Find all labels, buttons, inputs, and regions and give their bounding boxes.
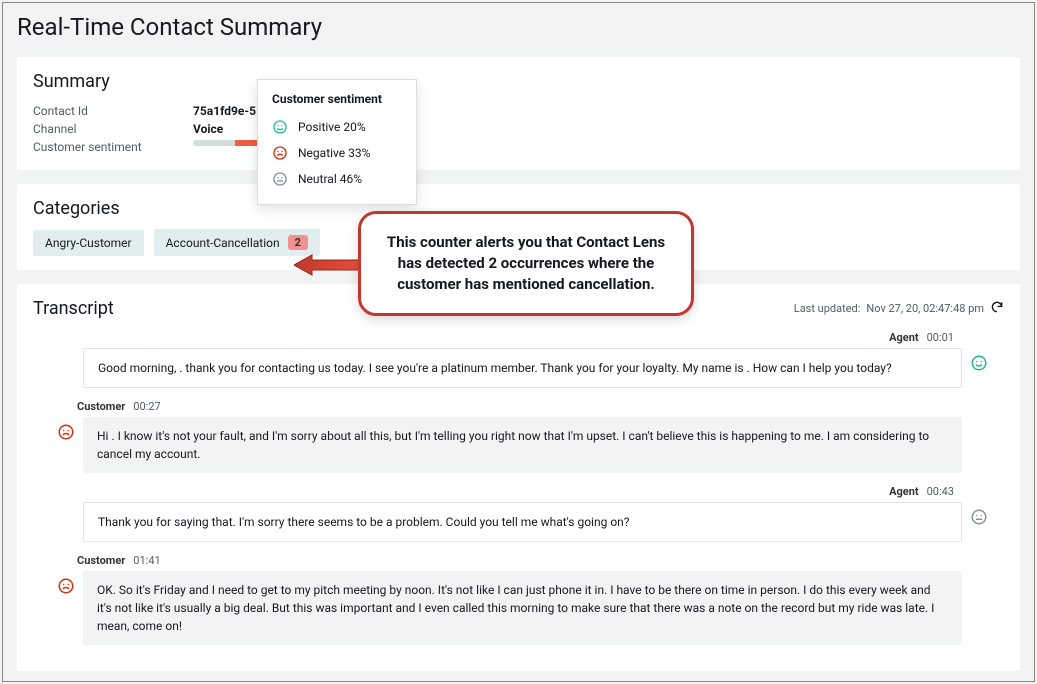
summary-heading: Summary — [33, 71, 1004, 92]
turn-time: 00:43 — [927, 485, 954, 498]
turn-time: 00:01 — [927, 331, 954, 344]
turn-speaker: Customer — [77, 400, 125, 413]
popover-positive: Positive 20% — [298, 120, 366, 134]
frown-icon — [57, 417, 77, 445]
callout-text: This counter alerts you that Contact Len… — [387, 233, 665, 293]
category-account-cancellation[interactable]: Account-Cancellation 2 — [154, 229, 320, 256]
category-label: Account-Cancellation — [166, 236, 280, 250]
popover-title: Customer sentiment — [272, 92, 402, 106]
turn-speaker: Agent — [889, 485, 919, 498]
neutral-face-icon — [272, 171, 288, 187]
smile-icon — [970, 348, 994, 376]
category-angry-customer[interactable]: Angry-Customer — [33, 230, 144, 256]
popover-negative: Negative 33% — [298, 146, 370, 160]
category-label: Angry-Customer — [45, 236, 132, 250]
last-updated-label: Last updated: — [794, 302, 861, 315]
summary-panel: Summary Contact Id 75a1fd9e-511 Channel … — [17, 57, 1020, 170]
turn-bubble: Thank you for saying that. I'm sorry the… — [83, 502, 962, 542]
sentiment-popover: Customer sentiment Positive 20% Negative… — [257, 79, 417, 205]
last-updated-value: Nov 27, 20, 02:47:48 pm — [866, 302, 984, 315]
transcript-turn: Customer 01:41 OK. So it's Friday and I … — [65, 554, 994, 645]
transcript-heading: Transcript — [33, 298, 114, 319]
contact-id-label: Contact Id — [33, 104, 193, 118]
annotation-callout: This counter alerts you that Contact Len… — [358, 211, 694, 316]
sentiment-bar-neutral — [193, 140, 235, 146]
neutral-face-icon — [970, 502, 994, 530]
transcript-turn: Customer 00:27 Hi . I know it's not your… — [65, 400, 994, 473]
frown-icon — [57, 571, 77, 599]
transcript-turn: Agent 00:01 Good morning, . thank you fo… — [65, 331, 994, 388]
transcript-panel: Transcript Last updated: Nov 27, 20, 02:… — [17, 284, 1020, 671]
smile-icon — [272, 119, 288, 135]
turn-bubble: Hi . I know it's not your fault, and I'm… — [83, 417, 962, 473]
refresh-icon[interactable] — [990, 300, 1004, 317]
turn-speaker: Agent — [889, 331, 919, 344]
channel-value: Voice — [193, 122, 223, 136]
channel-label: Channel — [33, 122, 193, 136]
turn-speaker: Customer — [77, 554, 125, 567]
turn-bubble: OK. So it's Friday and I need to get to … — [83, 571, 962, 645]
frown-icon — [272, 145, 288, 161]
transcript-turn: Agent 00:43 Thank you for saying that. I… — [65, 485, 994, 542]
sentiment-label: Customer sentiment — [33, 140, 193, 154]
turn-bubble: Good morning, . thank you for contacting… — [83, 348, 962, 388]
annotation-arrow-icon — [294, 253, 360, 281]
turn-time: 00:27 — [133, 400, 160, 413]
category-count-badge: 2 — [288, 235, 308, 250]
page-title: Real-Time Contact Summary — [3, 3, 1034, 57]
popover-neutral: Neutral 46% — [298, 172, 362, 186]
turn-time: 01:41 — [133, 554, 160, 567]
